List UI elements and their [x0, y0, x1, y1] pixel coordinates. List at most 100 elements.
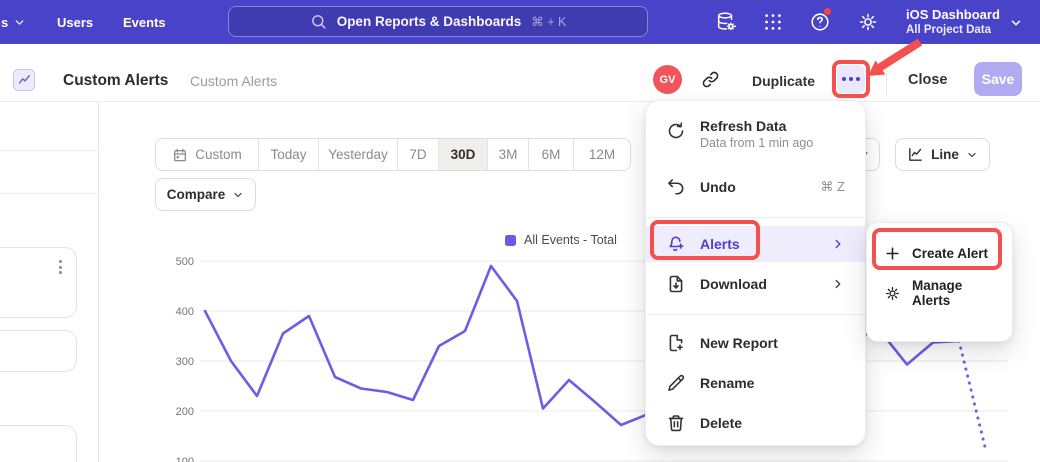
apps-grid-icon[interactable] [762, 11, 784, 33]
page-title: Custom Alerts [63, 72, 168, 90]
menu-item-download[interactable]: Download [646, 262, 865, 306]
nav-item-events[interactable]: Events [123, 0, 166, 44]
menu-item-delete[interactable]: Delete [646, 403, 865, 443]
date-range-7d[interactable]: 7D [398, 139, 439, 170]
nav-item-users[interactable]: Users [57, 0, 93, 44]
chart-line-projection [959, 341, 985, 447]
top-navbar: s Users Events Open Reports & Dashboards… [0, 0, 1040, 44]
date-range-label: 30D [451, 147, 476, 162]
project-chevron-down-icon[interactable] [1009, 16, 1023, 30]
app-window: s Users Events Open Reports & Dashboards… [0, 0, 1040, 462]
close-button[interactable]: Close [908, 72, 948, 88]
menu-item-label: Delete [700, 415, 742, 431]
chevron-down-icon [232, 189, 244, 201]
nav-item-events-label: Events [123, 15, 166, 30]
avatar[interactable]: GV [653, 65, 682, 94]
y-axis-tick: 200 [176, 406, 194, 418]
context-menu: Refresh Data Data from 1 min ago Undo ⌘ … [645, 100, 866, 446]
report-header: Custom Alerts Custom Alerts GV Duplicate… [0, 44, 1040, 102]
alerts-submenu: Create Alert Manage Alerts [866, 222, 1013, 342]
bell-plus-icon [666, 234, 686, 254]
chevron-right-icon [831, 237, 845, 251]
date-range-3m[interactable]: 3M [488, 139, 529, 170]
date-range-label: 6M [542, 147, 561, 162]
new-report-icon [666, 333, 686, 353]
y-axis-tick: 400 [176, 306, 194, 318]
date-range-label: 7D [409, 147, 426, 162]
menu-item-shortcut: ⌘ Z [820, 179, 845, 195]
date-range-label: Yesterday [328, 147, 388, 162]
sidebar-card[interactable] [0, 247, 77, 318]
download-file-icon [666, 274, 686, 294]
compare-label: Compare [167, 187, 226, 202]
y-axis-tick: 500 [176, 256, 194, 268]
submenu-item-manage-alerts[interactable]: Manage Alerts [867, 273, 1012, 313]
sidebar-divider [0, 193, 99, 194]
date-range-custom[interactable]: Custom [156, 139, 259, 170]
gear-icon [884, 285, 901, 302]
date-range-label: 12M [589, 147, 615, 162]
menu-item-undo[interactable]: Undo ⌘ Z [646, 165, 865, 209]
menu-item-subtitle: Data from 1 min ago [700, 136, 813, 150]
refresh-icon [666, 121, 686, 141]
nav-item-clipped[interactable]: s [1, 0, 26, 44]
plus-icon [884, 245, 901, 262]
header-divider [886, 64, 887, 96]
date-range-label: Custom [195, 147, 242, 162]
pencil-icon [666, 373, 686, 393]
duplicate-button[interactable]: Duplicate [752, 73, 815, 89]
save-button[interactable]: Save [974, 62, 1022, 96]
data-management-icon[interactable] [715, 11, 737, 33]
menu-item-label: Alerts [700, 236, 740, 252]
date-range-30d[interactable]: 30D [439, 139, 488, 170]
nav-item-users-label: Users [57, 15, 93, 30]
sidebar-card[interactable] [0, 425, 77, 462]
line-chart-icon [907, 146, 924, 163]
chevron-down-icon [966, 149, 978, 161]
menu-divider [646, 314, 865, 315]
breadcrumb: Custom Alerts [190, 73, 277, 89]
date-range-6m[interactable]: 6M [529, 139, 574, 170]
date-range-label: Today [270, 147, 306, 162]
compare-button[interactable]: Compare [155, 178, 256, 211]
date-range-label: 3M [499, 147, 518, 162]
menu-item-label: Refresh Data [700, 118, 813, 134]
menu-item-label: Rename [700, 375, 754, 391]
search-icon [310, 13, 327, 30]
date-range-today[interactable]: Today [259, 139, 319, 170]
more-options-button[interactable] [837, 65, 865, 93]
date-range-yesterday[interactable]: Yesterday [319, 139, 398, 170]
menu-divider [646, 217, 865, 218]
menu-item-alerts[interactable]: Alerts [646, 226, 865, 262]
chart-type-button[interactable]: Line [895, 138, 990, 171]
y-axis-tick: 100 [176, 456, 194, 462]
project-selector[interactable]: iOS Dashboard All Project Data [906, 6, 1000, 38]
global-search[interactable]: Open Reports & Dashboards ⌘ + K [228, 6, 648, 37]
submenu-item-label: Create Alert [912, 246, 988, 261]
undo-icon [666, 177, 686, 197]
chart-type-label: Line [931, 147, 959, 162]
menu-item-label: Undo [700, 179, 736, 195]
nav-item-clipped-label: s [1, 15, 8, 30]
chevron-down-icon [13, 16, 26, 29]
kebab-menu-icon[interactable] [59, 260, 62, 274]
sidebar-divider [0, 150, 99, 151]
menu-item-rename[interactable]: Rename [646, 363, 865, 403]
search-label: Open Reports & Dashboards [337, 14, 522, 29]
date-range-12m[interactable]: 12M [574, 139, 630, 170]
y-axis-tick: 300 [176, 356, 194, 368]
project-name: iOS Dashboard [906, 6, 1000, 23]
report-type-icon [13, 69, 35, 91]
sidebar-card[interactable] [0, 330, 77, 372]
notification-dot [823, 7, 832, 16]
submenu-item-label: Manage Alerts [912, 278, 995, 308]
menu-item-new-report[interactable]: New Report [646, 323, 865, 363]
submenu-item-create-alert[interactable]: Create Alert [867, 233, 1012, 273]
left-sidebar [0, 102, 99, 462]
chevron-right-icon [831, 277, 845, 291]
menu-item-refresh-data[interactable]: Refresh Data Data from 1 min ago [646, 113, 865, 165]
copy-link-icon[interactable] [701, 70, 720, 89]
settings-gear-icon[interactable] [857, 11, 879, 33]
menu-item-label: New Report [700, 335, 778, 351]
project-scope: All Project Data [906, 23, 1000, 38]
